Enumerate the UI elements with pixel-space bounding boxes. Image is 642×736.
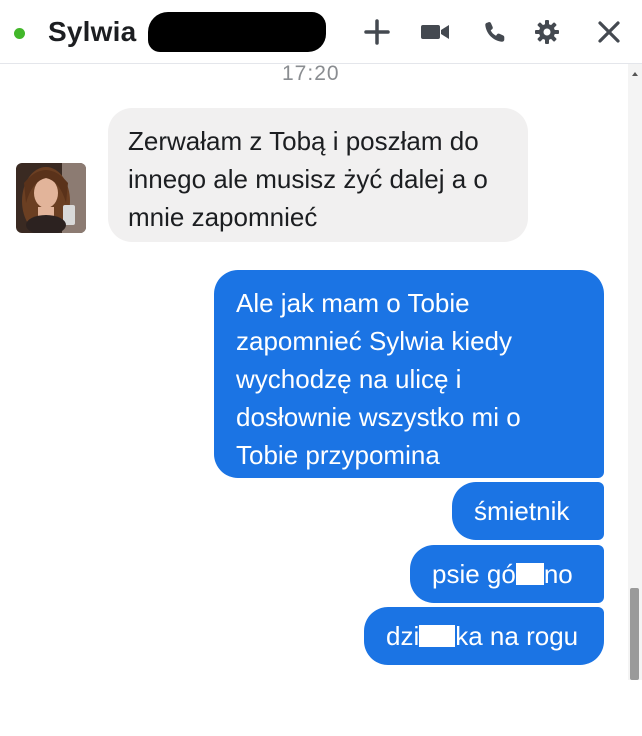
online-status-dot xyxy=(14,28,25,39)
censor-block xyxy=(515,563,544,585)
scroll-up-arrow-icon[interactable] xyxy=(632,72,638,76)
message-text-part: dzi xyxy=(386,621,420,651)
message-text-part: ka na rogu xyxy=(455,621,579,651)
incoming-message[interactable]: Zerwałam z Tobą i poszłam do innego ale … xyxy=(108,108,528,242)
censor-block xyxy=(419,625,456,647)
redaction-mark xyxy=(148,12,326,52)
gear-icon[interactable] xyxy=(530,17,564,47)
phone-icon[interactable] xyxy=(478,17,512,47)
close-icon[interactable] xyxy=(592,17,626,47)
video-camera-icon[interactable] xyxy=(418,17,452,47)
chat-header: Sylwia xyxy=(0,0,642,64)
contact-avatar[interactable] xyxy=(16,163,86,233)
outgoing-message[interactable]: Ale jak mam o Tobie zapomnieć Sylwia kie… xyxy=(214,270,604,478)
message-timestamp: 17:20 xyxy=(282,62,340,85)
outgoing-message[interactable]: dzi ka na rogu xyxy=(364,607,604,665)
outgoing-message[interactable]: śmietnik xyxy=(452,482,604,540)
message-text-part: psie gó xyxy=(432,559,516,589)
contact-name[interactable]: Sylwia xyxy=(48,16,136,48)
chat-window: Sylwia 17:20 Zerwałam z Tobą i poszłam d… xyxy=(0,0,642,680)
plus-icon[interactable] xyxy=(360,17,394,47)
outgoing-message[interactable]: psie gó no xyxy=(410,545,604,603)
scrollbar-thumb[interactable] xyxy=(630,588,639,680)
message-text-part: no xyxy=(543,559,573,589)
